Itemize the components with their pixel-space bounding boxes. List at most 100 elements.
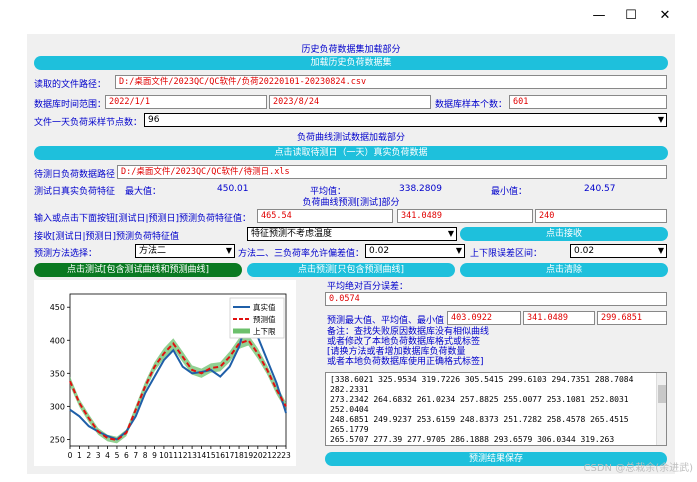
pred-avg-field[interactable]: 341.0489	[523, 311, 595, 325]
chevron-down-icon: ▼	[447, 229, 454, 238]
input-max-field[interactable]: 465.54	[257, 209, 393, 223]
node-count-select[interactable]: 96 ▼	[144, 113, 667, 127]
load-chart-svg: 2503003504004500 1 2 3 4 5 6 7 8 9 10 11 12 13 14 15 16 1…	[50, 293, 291, 460]
tolerance-label: 方法二、三负荷率允许偏差值：	[238, 249, 365, 259]
file-path-label: 读取的文件路径：	[34, 80, 107, 90]
y-tick-label: 450	[50, 303, 65, 312]
node-count-value: 96	[148, 115, 160, 125]
x-tick-label: 1	[77, 451, 82, 460]
y-tick-label: 350	[50, 369, 65, 378]
title-bar: — ☐ ✕	[0, 0, 697, 32]
scrollbar-thumb[interactable]	[658, 385, 666, 403]
tolerance-select[interactable]: 0.02 ▼	[365, 244, 465, 258]
chevron-down-icon: ▼	[657, 115, 664, 124]
x-tick-label: 5	[115, 451, 120, 460]
pred-feature-label: 预测最大值、平均值、最小值	[327, 316, 445, 326]
method-select[interactable]: 方法二 ▼	[135, 244, 235, 258]
read-test-day-button[interactable]: 点击读取待测日（一天）真实负荷数据	[34, 146, 668, 160]
temperature-select-value: 特征预测不考虑温度	[251, 229, 333, 239]
x-tick-label: 8	[143, 451, 148, 460]
x-tick-label: 12	[178, 451, 188, 460]
legend-label: 预测值	[253, 314, 276, 324]
x-tick-label: 4	[105, 451, 110, 460]
tolerance-select-value: 0.02	[369, 246, 390, 256]
result-line: 282.2331	[330, 385, 369, 394]
x-tick-label: 10	[159, 451, 169, 460]
test-file-field[interactable]: D:/桌面文件/2023QC/QC软件/待测日.xls	[117, 165, 667, 179]
x-tick-label: 7	[133, 451, 138, 460]
real-min-value: 240.57	[584, 184, 616, 194]
receive-button[interactable]: 点击接收	[460, 227, 668, 241]
x-tick-label: 11	[169, 451, 179, 460]
x-tick-label: 21	[262, 451, 272, 460]
note-line: [请换方法或者增加数据库负荷数量	[327, 347, 466, 357]
x-tick-label: 17	[225, 451, 235, 460]
section-title-predict: 负荷曲线预测[测试]部分	[302, 198, 400, 208]
x-tick-label: 6	[124, 451, 129, 460]
result-line: 248.6851 249.9237 253.6159 248.8373 251.…	[330, 415, 629, 424]
result-scrollbar[interactable]	[656, 373, 666, 445]
y-tick-label: 250	[50, 435, 65, 444]
result-line: [338.6021 325.9534 319.7226 305.5415 299…	[330, 375, 634, 384]
real-max-value: 450.01	[217, 184, 249, 194]
real-avg-value: 338.2809	[399, 184, 442, 194]
start-date-field[interactable]: 2022/1/1	[105, 95, 267, 109]
sample-count-field[interactable]: 601	[509, 95, 667, 109]
legend-label: 上下限	[253, 327, 276, 336]
end-date-field[interactable]: 2023/8/24	[269, 95, 431, 109]
main-panel: 历史负荷数据集加载部分 加载历史负荷数据集 读取的文件路径： D:/桌面文件/2…	[27, 34, 675, 474]
note-line: 备注：查找失败原因数据库没有相似曲线	[327, 327, 490, 337]
x-tick-label: 0	[68, 451, 73, 460]
chevron-down-icon: ▼	[455, 246, 462, 255]
input-feature-label: 输入或点击下面按钮[测试日|预测日]预测负荷特征值：	[34, 214, 252, 224]
temperature-select[interactable]: 特征预测不考虑温度 ▼	[247, 227, 457, 241]
x-tick-label: 3	[96, 451, 101, 460]
load-history-button[interactable]: 加载历史负荷数据集	[34, 56, 668, 70]
clear-button[interactable]: 点击清除	[460, 263, 668, 277]
x-tick-label: 18	[234, 451, 244, 460]
note-line: 或者修改了本地负荷数据库格式或标签	[327, 337, 481, 347]
x-tick-label: 22	[272, 451, 282, 460]
x-tick-label: 23	[281, 451, 291, 460]
node-count-label: 文件一天负荷采样节点数：	[34, 118, 143, 128]
mape-label: 平均绝对百分误差：	[327, 282, 409, 292]
note-text: 备注：查找失败原因数据库没有相似曲线 或者修改了本地负荷数据库格式或标签 [请换…	[327, 327, 627, 367]
result-line: 265.1779	[330, 425, 369, 434]
close-button[interactable]: ✕	[652, 6, 678, 26]
note-line: 或者本地负荷数据库使用正确格式标签]	[327, 357, 484, 367]
x-tick-label: 2	[86, 451, 91, 460]
legend-label: 真实值	[253, 302, 276, 312]
x-tick-label: 14	[197, 451, 207, 460]
x-tick-label: 16	[215, 451, 225, 460]
x-tick-label: 13	[187, 451, 197, 460]
input-min-field[interactable]: 240	[535, 209, 667, 223]
chevron-down-icon: ▼	[657, 246, 664, 255]
test-file-label: 待测日负荷数据路径	[34, 170, 116, 180]
x-tick-label: 19	[244, 451, 254, 460]
mape-field[interactable]: 0.0574	[325, 292, 667, 306]
section-title-curve: 负荷曲线测试数据加载部分	[296, 133, 405, 143]
receive-label: 接收[测试日|预测日]预测负荷特征值	[34, 232, 180, 242]
time-range-label: 数据库时间范围：	[34, 100, 107, 110]
pred-min-field[interactable]: 299.6851	[597, 311, 667, 325]
x-tick-label: 20	[253, 451, 263, 460]
range-select[interactable]: 0.02 ▼	[570, 244, 667, 258]
result-line: 265.5707 277.39 277.9705 286.1888 293.65…	[330, 435, 615, 444]
maximize-button[interactable]: ☐	[618, 6, 644, 26]
method-label: 预测方法选择：	[34, 249, 98, 259]
file-path-field[interactable]: D:/桌面文件/2023QC/QC软件/负荷20220101-20230824.…	[115, 75, 667, 89]
pred-max-field[interactable]: 403.0922	[447, 311, 521, 325]
y-tick-label: 400	[50, 336, 65, 345]
minimize-button[interactable]: —	[586, 6, 612, 26]
section-title-history: 历史负荷数据集加载部分	[301, 45, 401, 55]
sample-count-label: 数据库样本个数：	[435, 100, 508, 110]
chevron-down-icon: ▼	[225, 246, 232, 255]
predict-button[interactable]: 点击预测[只包含预测曲线]	[247, 263, 455, 277]
result-listbox[interactable]: [338.6021 325.9534 319.7226 305.5415 299…	[325, 372, 667, 446]
result-line: 252.0404	[330, 405, 369, 414]
x-tick-label: 15	[206, 451, 216, 460]
input-avg-field[interactable]: 341.0489	[397, 209, 533, 223]
x-tick-label: 9	[152, 451, 157, 460]
test-button[interactable]: 点击测试[包含测试曲线和预测曲线]	[34, 263, 242, 277]
range-select-value: 0.02	[574, 246, 595, 256]
